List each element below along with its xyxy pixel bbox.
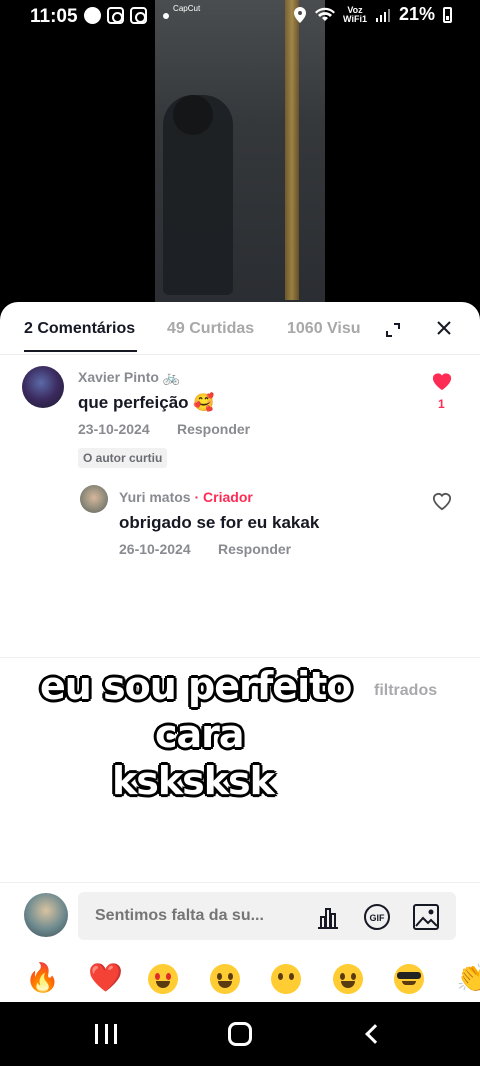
caption-line-1: eu sou perfeito: [40, 664, 352, 708]
emoji-heart-eyes[interactable]: [148, 964, 178, 994]
more-notifications-dot: [163, 12, 169, 19]
image-icon[interactable]: [411, 903, 441, 931]
volte-indicator: Voz WiFi1: [343, 4, 367, 24]
back-button[interactable]: [365, 1024, 385, 1044]
heart-outline-icon[interactable]: [431, 491, 453, 511]
caption-line-3: ksksksk: [112, 759, 275, 803]
battery-icon: [443, 6, 452, 23]
instagram-icon-2: [130, 7, 147, 24]
comment-author[interactable]: Xavier Pinto 🚲: [78, 369, 180, 386]
filtered-divider: [0, 657, 480, 658]
emoji-clap[interactable]: 👏: [456, 962, 480, 994]
reply-author[interactable]: Yuri matos · Criador: [119, 489, 253, 505]
poll-icon[interactable]: [313, 903, 343, 931]
status-right-icons: CapCut Voz WiFi1 21%: [173, 4, 452, 25]
system-nav-bar: [0, 1002, 480, 1066]
comment-input[interactable]: [95, 907, 295, 925]
heart-filled-icon[interactable]: [431, 371, 453, 391]
svg-text:GIF: GIF: [370, 913, 386, 923]
emoji-laugh[interactable]: [210, 964, 240, 994]
avatar-xavier[interactable]: [22, 366, 64, 408]
emoji-smile[interactable]: [333, 964, 363, 994]
instagram-icon: [107, 7, 124, 24]
recent-apps-button[interactable]: [95, 1024, 117, 1044]
video-person-head: [173, 95, 213, 135]
my-avatar: [24, 893, 68, 937]
tab-likes[interactable]: 49 Curtidas: [167, 320, 254, 338]
caption-line-2: cara: [155, 712, 245, 756]
reply-button-2[interactable]: Responder: [218, 541, 291, 557]
emoji-fire[interactable]: 🔥: [25, 962, 60, 994]
comment-text: que perfeição 🥰: [78, 393, 215, 412]
filtered-comments-link[interactable]: filtrados: [374, 682, 437, 700]
location-icon: [294, 6, 307, 23]
wifi-icon: [315, 7, 336, 21]
signal-icon: [375, 8, 390, 22]
video-door: [285, 0, 299, 300]
tab-views[interactable]: 1060 Visualizações: [287, 320, 361, 338]
active-tab-underline: [24, 350, 137, 352]
input-divider: [0, 882, 480, 883]
creator-badge: · Criador: [194, 489, 253, 505]
author-liked-badge: O autor curtiu: [78, 448, 168, 468]
notification-app-icon: [84, 7, 101, 24]
comment-date: 23-10-2024: [78, 421, 150, 437]
capcut-indicator: CapCut: [173, 4, 201, 13]
notification-icons: [84, 7, 169, 24]
status-bar: 11:05 CapCut Voz WiFi1 21%: [0, 0, 480, 34]
comment-input-box[interactable]: GIF: [78, 892, 456, 940]
emoji-heart[interactable]: ❤️: [88, 962, 123, 994]
emoji-cool[interactable]: [394, 964, 424, 994]
reply-text: obrigado se for eu kakak: [119, 513, 320, 532]
battery-percent: 21%: [398, 4, 435, 24]
emoji-kiss[interactable]: [271, 964, 301, 994]
expand-icon[interactable]: [386, 323, 400, 337]
tab-comments[interactable]: 2 Comentários: [24, 320, 135, 338]
gif-icon[interactable]: GIF: [362, 903, 392, 931]
status-time: 11:05: [30, 6, 78, 27]
video-preview[interactable]: [155, 0, 325, 310]
home-button[interactable]: [228, 1022, 252, 1046]
emoji-bar: 🔥 ❤️ 👏: [0, 958, 480, 1002]
like-count: 1: [438, 397, 445, 411]
tabs-divider: [0, 354, 480, 355]
sheet-tabs: 2 Comentários 49 Curtidas 1060 Visualiza…: [0, 302, 480, 354]
reply-button[interactable]: Responder: [177, 421, 250, 437]
reply-date: 26-10-2024: [119, 541, 191, 557]
close-icon[interactable]: [436, 320, 452, 336]
avatar-yuri[interactable]: [80, 485, 108, 513]
